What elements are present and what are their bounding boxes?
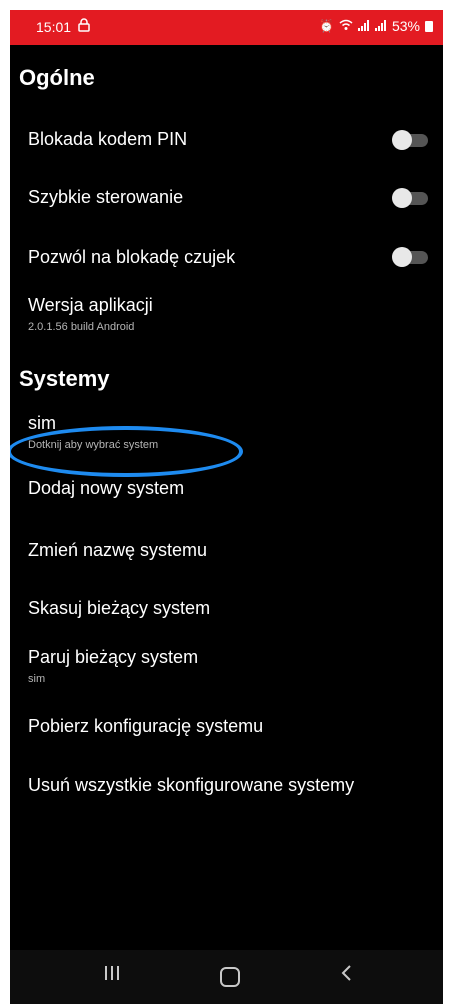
pair-current-system-value: sim bbox=[28, 673, 46, 685]
battery-percent: 53% bbox=[391, 18, 420, 34]
download-config-row[interactable]: Pobierz konfigurację systemu bbox=[10, 701, 443, 751]
section-title-general: Ogólne bbox=[19, 65, 95, 90]
alarm-icon: ⏰ bbox=[319, 19, 334, 33]
toggle-thumb bbox=[392, 130, 412, 150]
highlight-ellipse bbox=[10, 426, 243, 477]
sensor-lock-label: Pozwól na blokadę czujek bbox=[28, 247, 236, 267]
signal-icon bbox=[357, 19, 370, 33]
rename-system-row[interactable]: Zmień nazwę systemu bbox=[10, 523, 443, 573]
section-title-systems: Systemy bbox=[19, 366, 110, 391]
app-version-label: Wersja aplikacji bbox=[28, 295, 153, 315]
pair-current-system-label: Paruj bieżący system bbox=[28, 647, 199, 667]
quick-control-label: Szybkie sterowanie bbox=[28, 187, 184, 207]
home-icon[interactable] bbox=[220, 967, 240, 987]
delete-current-system-row[interactable]: Skasuj bieżący system bbox=[10, 583, 443, 633]
app-version-row[interactable]: Wersja aplikacji 2.0.1.56 build Android bbox=[10, 285, 443, 343]
back-icon[interactable] bbox=[340, 962, 352, 988]
phone-screen: 15:01 ⏰ 53% Ogólne Blokada kodem PIN Szy… bbox=[10, 10, 443, 1004]
status-indicators: ⏰ 53% bbox=[319, 18, 433, 34]
status-bar: 15:01 ⏰ 53% bbox=[10, 10, 443, 45]
toggle-thumb bbox=[392, 188, 412, 208]
add-new-system-label: Dodaj nowy system bbox=[28, 478, 185, 498]
remove-all-systems-label: Usuń wszystkie skonfigurowane systemy bbox=[28, 775, 355, 795]
recents-icon[interactable] bbox=[104, 962, 120, 988]
app-version-value: 2.0.1.56 build Android bbox=[28, 321, 135, 333]
pair-current-system-row[interactable]: Paruj bieżący system sim bbox=[10, 635, 443, 693]
battery-icon bbox=[425, 20, 433, 32]
signal-icon-2 bbox=[374, 19, 387, 33]
delete-current-system-label: Skasuj bieżący system bbox=[28, 598, 211, 618]
quick-control-row[interactable]: Szybkie sterowanie bbox=[10, 173, 443, 223]
wifi-icon bbox=[339, 19, 353, 33]
status-time: 15:01 bbox=[36, 19, 72, 35]
sensor-lock-toggle[interactable] bbox=[392, 247, 428, 267]
download-config-label: Pobierz konfigurację systemu bbox=[28, 716, 264, 736]
navigation-bar bbox=[10, 950, 443, 1004]
toggle-thumb bbox=[392, 247, 412, 267]
pin-lock-row[interactable]: Blokada kodem PIN bbox=[10, 115, 443, 165]
remove-all-systems-row[interactable]: Usuń wszystkie skonfigurowane systemy bbox=[10, 761, 443, 811]
lock-icon bbox=[78, 18, 90, 35]
sensor-lock-row[interactable]: Pozwól na blokadę czujek bbox=[10, 233, 443, 283]
pin-lock-toggle[interactable] bbox=[392, 130, 428, 150]
rename-system-label: Zmień nazwę systemu bbox=[28, 540, 208, 560]
quick-control-toggle[interactable] bbox=[392, 188, 428, 208]
pin-lock-label: Blokada kodem PIN bbox=[28, 129, 188, 149]
